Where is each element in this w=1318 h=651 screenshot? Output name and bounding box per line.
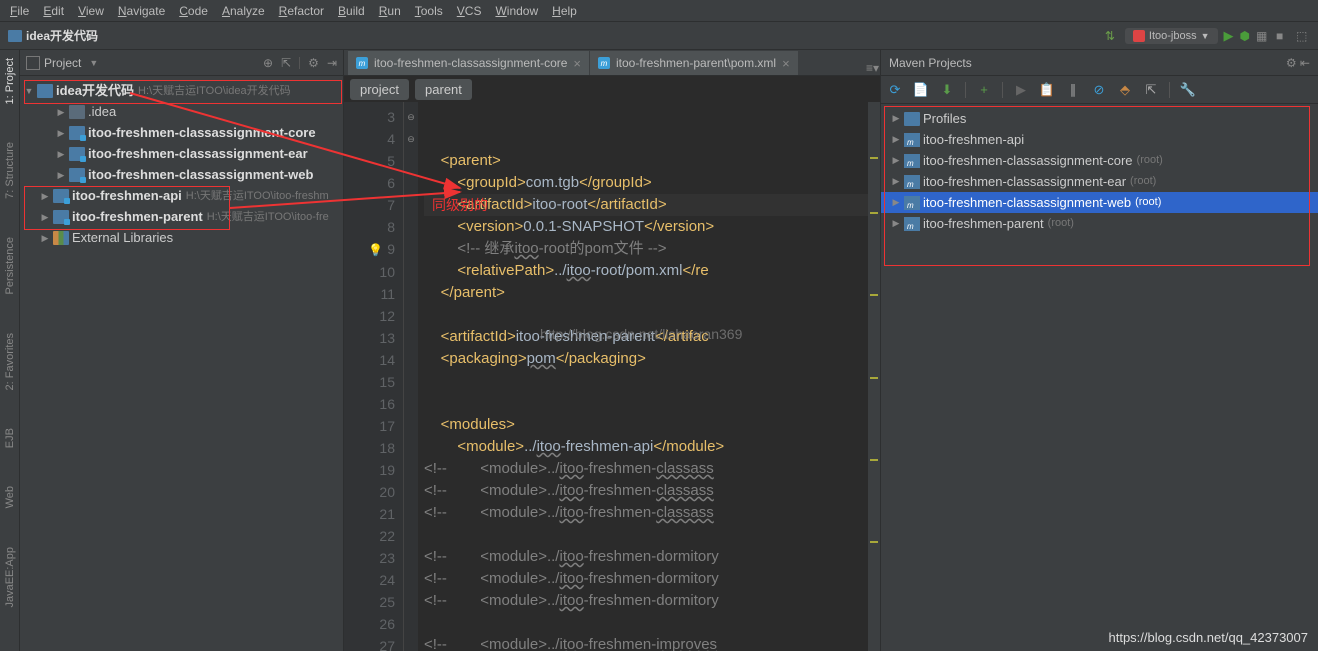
close-icon[interactable]: × [782, 56, 790, 71]
run-config-selector[interactable]: Itoo-jboss ▼ [1125, 28, 1218, 44]
breadcrumb-project[interactable]: project [350, 79, 409, 100]
fold-gutter[interactable]: ⊖⊖ [404, 102, 418, 651]
structure-tool-tab[interactable]: 7: Structure [2, 138, 18, 203]
menu-window[interactable]: Window [489, 2, 544, 20]
breadcrumb-parent[interactable]: parent [415, 79, 472, 100]
maven-tree[interactable]: ▶Profiles▶itoo-freshmen-api▶itoo-freshme… [881, 104, 1318, 238]
collapse-all-icon[interactable]: ⇱ [1143, 82, 1159, 98]
maven-item[interactable]: ▶itoo-freshmen-classassignment-ear (root… [881, 171, 1318, 192]
coverage-icon[interactable]: ▦ [1256, 29, 1270, 43]
line-gutter: 345678💡 91011121314151617181920212223242… [344, 102, 404, 651]
ejb-tool-tab[interactable]: EJB [2, 424, 18, 452]
maven-item[interactable]: ▶Profiles [881, 108, 1318, 129]
favorites-tool-tab[interactable]: 2: Favorites [2, 329, 18, 394]
generate-sources-icon[interactable]: 📄 [913, 82, 929, 98]
search-icon[interactable]: ⬚ [1296, 29, 1310, 43]
nav-path[interactable]: idea开发代码 [26, 27, 98, 44]
target-icon[interactable]: ⊕ [263, 56, 273, 70]
code-editor[interactable]: <parent> <groupId>com.tgb</groupId> <art… [418, 102, 880, 651]
menu-view[interactable]: View [72, 2, 110, 20]
download-icon[interactable]: ⬇ [939, 82, 955, 98]
maven-file-icon: m [598, 57, 610, 69]
project-tool-tab[interactable]: 1: Project [2, 54, 18, 108]
show-tabs-icon[interactable]: ≡▾ [866, 61, 880, 75]
gear-icon[interactable]: ⚙ [308, 56, 319, 70]
menu-navigate[interactable]: Navigate [112, 2, 171, 20]
editor-tab[interactable]: mitoo-freshmen-parent\pom.xml× [590, 51, 799, 75]
menu-refactor[interactable]: Refactor [273, 2, 330, 20]
editor-tab[interactable]: mitoo-freshmen-classassignment-core× [348, 51, 590, 75]
menu-analyze[interactable]: Analyze [216, 2, 271, 20]
footer-url: https://blog.csdn.net/qq_42373007 [1109, 630, 1309, 645]
menu-run[interactable]: Run [373, 2, 407, 20]
menu-build[interactable]: Build [332, 2, 371, 20]
reimport-icon[interactable]: ⟳ [887, 82, 903, 98]
tree-item[interactable]: ▶itoo-freshmen-classassignment-core [20, 122, 343, 143]
menu-edit[interactable]: Edit [37, 2, 70, 20]
project-view-icon [26, 56, 40, 70]
build-icon[interactable]: ⇅ [1105, 29, 1119, 43]
left-tool-strip: 1: Project 7: Structure Persistence 2: F… [0, 50, 20, 651]
maven-item[interactable]: ▶itoo-freshmen-api [881, 129, 1318, 150]
project-panel: Project ▼ ⊕ ⇱ ⚙ ⇥ ▼idea开发代码H:\天赋吉运ITOO\i… [20, 50, 344, 651]
dependencies-icon[interactable]: ⬘ [1117, 82, 1133, 98]
tree-item[interactable]: ▶itoo-freshmen-apiH:\天赋吉运ITOO\itoo-fresh… [20, 185, 343, 206]
tree-item[interactable]: ▶.idea [20, 101, 343, 122]
skip-tests-icon[interactable]: ⊘ [1091, 82, 1107, 98]
editor-area: mitoo-freshmen-classassignment-core×mito… [344, 50, 880, 651]
editor-tabs: mitoo-freshmen-classassignment-core×mito… [344, 50, 880, 76]
project-tree[interactable]: ▼idea开发代码H:\天赋吉运ITOO\idea开发代码▶.idea▶itoo… [20, 76, 343, 252]
run-maven-icon[interactable]: ▶ [1013, 82, 1029, 98]
menu-file[interactable]: File [4, 2, 35, 20]
navigation-bar: idea开发代码 ⇅ Itoo-jboss ▼ ▶ ⬢ ▦ ■ ⬚ [0, 22, 1318, 50]
scroll-markers [868, 102, 880, 651]
javaee-tool-tab[interactable]: JavaEE:App [2, 543, 18, 612]
run-icon[interactable]: ▶ [1224, 28, 1234, 44]
settings-icon[interactable]: 🔧 [1180, 82, 1196, 98]
close-icon[interactable]: × [573, 56, 581, 71]
debug-icon[interactable]: ⬢ [1240, 29, 1250, 43]
maven-item[interactable]: ▶itoo-freshmen-parent (root) [881, 213, 1318, 234]
run-config-label: Itoo-jboss [1149, 30, 1197, 42]
collapse-icon[interactable]: ⇱ [281, 56, 291, 70]
tree-item[interactable]: ▶itoo-freshmen-classassignment-web [20, 164, 343, 185]
tree-item[interactable]: ▶itoo-freshmen-parentH:\天赋吉运ITOO\itoo-fr… [20, 206, 343, 227]
stop-icon[interactable]: ■ [1276, 29, 1290, 43]
project-panel-title[interactable]: Project [44, 56, 81, 70]
maven-item[interactable]: ▶itoo-freshmen-classassignment-core (roo… [881, 150, 1318, 171]
menu-vcs[interactable]: VCS [451, 2, 488, 20]
maven-panel: Maven Projects ⚙ ⇤ ⟳ 📄 ⬇ + ▶ 📋 ∥ ⊘ ⬘ ⇱ 🔧… [880, 50, 1318, 651]
hide-icon[interactable]: ⇥ [327, 56, 337, 70]
maven-toolbar: ⟳ 📄 ⬇ + ▶ 📋 ∥ ⊘ ⬘ ⇱ 🔧 [881, 76, 1318, 104]
main-menu-bar: FileEditViewNavigateCodeAnalyzeRefactorB… [0, 0, 1318, 22]
web-tool-tab[interactable]: Web [2, 482, 18, 512]
toggle-offline-icon[interactable]: ∥ [1065, 82, 1081, 98]
folder-icon [8, 30, 22, 42]
tree-root[interactable]: ▼idea开发代码H:\天赋吉运ITOO\idea开发代码 [20, 80, 343, 101]
tree-item[interactable]: ▶External Libraries [20, 227, 343, 248]
maven-item[interactable]: ▶itoo-freshmen-classassignment-web (root… [881, 192, 1318, 213]
jboss-icon [1133, 30, 1145, 42]
gear-icon[interactable]: ⚙ ⇤ [1286, 56, 1310, 70]
maven-file-icon: m [356, 57, 368, 69]
add-icon[interactable]: + [976, 82, 992, 98]
menu-help[interactable]: Help [546, 2, 583, 20]
tree-item[interactable]: ▶itoo-freshmen-classassignment-ear [20, 143, 343, 164]
menu-code[interactable]: Code [173, 2, 214, 20]
menu-tools[interactable]: Tools [409, 2, 449, 20]
maven-panel-title: Maven Projects [889, 56, 972, 70]
persistence-tool-tab[interactable]: Persistence [2, 233, 18, 298]
execute-goal-icon[interactable]: 📋 [1039, 82, 1055, 98]
